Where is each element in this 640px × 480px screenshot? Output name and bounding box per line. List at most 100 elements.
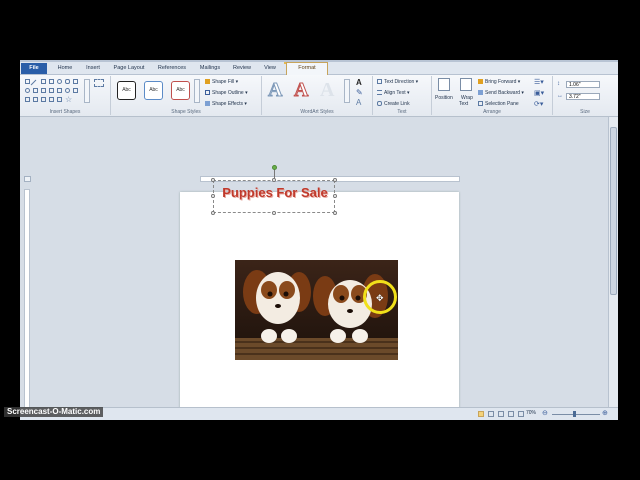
rounded-rect-shape-icon[interactable] [65,79,70,84]
resize-handle-bottom[interactable] [272,211,276,215]
resize-handle-left[interactable] [211,194,215,198]
wordart-style-outline[interactable]: A [267,79,282,102]
height-icon: ↕ [557,81,560,87]
web-layout-view-icon[interactable] [498,411,504,417]
outline-view-icon[interactable] [508,411,514,417]
tab-review[interactable]: Review [230,63,254,74]
position-label[interactable]: Position [435,95,453,101]
edit-shape-icon[interactable] [94,79,104,87]
wrap-text-label-line2[interactable]: Text [459,101,468,107]
arc-shape-icon[interactable] [25,88,30,93]
wordart-more-button[interactable] [344,79,350,103]
print-layout-view-icon[interactable] [478,411,484,417]
tab-format[interactable]: Format [286,62,328,75]
wordart-style-light[interactable]: A [320,79,334,102]
paren-shape-icon[interactable] [49,97,54,102]
shape-fill-button[interactable]: Shape Fill ▾ [205,79,238,85]
square-shape-icon[interactable] [49,79,54,84]
tab-page-layout[interactable]: Page Layout [110,63,148,74]
vertical-scroll-thumb[interactable] [610,127,617,295]
shape-style-red[interactable]: Abc [171,81,190,100]
tab-file[interactable]: File [21,63,47,74]
wordart-style-red[interactable]: A [293,79,308,102]
tab-home[interactable]: Home [54,63,76,74]
wrap-text-icon[interactable] [460,78,472,91]
arrow-shape-icon[interactable] [33,88,38,93]
position-icon[interactable] [438,78,450,91]
triangle-shape-icon[interactable] [73,79,78,84]
wordart-text[interactable]: Puppies For Sale [214,185,336,200]
screencast-watermark: Screencast-O-Matic.com [4,407,104,417]
size-label: Size [580,109,590,115]
link-icon [377,101,382,106]
bring-forward-icon [478,79,483,84]
create-link-button[interactable]: Create Link [377,101,410,107]
rotation-handle[interactable] [272,165,277,170]
shape-style-dark[interactable]: Abc [117,81,136,100]
wordart-text-box[interactable]: Puppies For Sale [213,180,335,213]
vertical-ruler[interactable] [24,189,30,420]
shape-styles-more-button[interactable] [194,79,200,103]
bring-forward-button[interactable]: Bring Forward ▾ [478,79,520,85]
circle-shape-icon[interactable] [65,88,70,93]
zoom-slider-thumb[interactable] [573,411,576,417]
word-window: File Home Insert Page Layout References … [20,60,618,420]
text-group-label: Text [397,109,407,115]
selection-pane-button[interactable]: Selection Pane [478,101,519,107]
rotate-icon[interactable]: ⟳▾ [534,100,543,108]
align-text-button[interactable]: Align Text ▾ [377,90,410,96]
zoom-out-button[interactable]: ⊖ [542,409,548,417]
text-effects-icon[interactable]: A [356,98,361,107]
scribble-shape-icon[interactable] [41,97,46,102]
brace-right-shape-icon[interactable] [57,97,62,102]
full-screen-view-icon[interactable] [488,411,494,417]
resize-handle-top-right[interactable] [333,178,337,182]
send-backward-label: Send Backward [485,90,521,96]
align-icon[interactable]: ☰▾ [534,78,544,86]
bracket-shape-icon[interactable] [41,88,46,93]
shape-style-blue[interactable]: Abc [144,81,163,100]
zoom-in-button[interactable]: ⊕ [602,409,608,417]
cube-shape-icon[interactable] [73,88,78,93]
resize-handle-bottom-left[interactable] [211,211,215,215]
text-direction-button[interactable]: Text Direction ▾ [377,79,418,85]
brace-shape-icon[interactable] [49,88,54,93]
text-outline-icon[interactable]: ✎ [356,88,363,97]
rectangle-shape-icon[interactable] [25,79,30,84]
shape-styles-label: Shape Styles [171,109,201,115]
draft-view-icon[interactable] [518,411,524,417]
wordart-styles-group: A A A A ✎ A WordArt Styles [262,76,373,115]
shapes-gallery-more-button[interactable] [84,79,90,103]
resize-handle-right[interactable] [333,194,337,198]
shape-effects-label: Shape Effects [212,101,244,107]
tab-mailings[interactable]: Mailings [196,63,224,74]
shape-outline-button[interactable]: Shape Outline ▾ [205,90,248,96]
shape-width-field[interactable]: 3.72" [566,93,600,100]
status-bar: 70% ⊖ ⊕ [20,407,618,420]
freeform-shape-icon[interactable] [33,97,38,102]
ribbon: ☆ Insert Shapes Abc Abc Abc Shape Fill ▾… [20,75,618,117]
tab-view[interactable]: View [260,63,280,74]
resize-handle-top-left[interactable] [211,178,215,182]
zoom-slider[interactable] [552,414,600,415]
align-text-icon [377,90,382,95]
tab-insert[interactable]: Insert [82,63,104,74]
ruler-toggle-button[interactable] [24,176,31,182]
vertical-scrollbar[interactable] [608,117,618,407]
shape-effects-button[interactable]: Shape Effects ▾ [205,101,247,107]
send-backward-button[interactable]: Send Backward ▾ [478,90,524,96]
resize-handle-top[interactable] [272,178,276,182]
curve-shape-icon[interactable] [25,97,30,102]
oval-shape-icon[interactable] [57,79,62,84]
pencil-outline-icon [205,90,210,95]
flowchart-shape-icon[interactable] [57,88,62,93]
text-box-shape-icon[interactable] [41,79,46,84]
text-fill-icon[interactable]: A [356,78,362,87]
shape-height-field[interactable]: 1.06" [566,81,600,88]
group-icon[interactable]: ▣▾ [534,89,544,97]
tab-references[interactable]: References [154,63,190,74]
star-shape-icon[interactable]: ☆ [65,95,72,104]
zoom-level[interactable]: 70% [526,410,536,416]
resize-handle-bottom-right[interactable] [333,211,337,215]
line-shape-icon[interactable] [30,79,37,86]
